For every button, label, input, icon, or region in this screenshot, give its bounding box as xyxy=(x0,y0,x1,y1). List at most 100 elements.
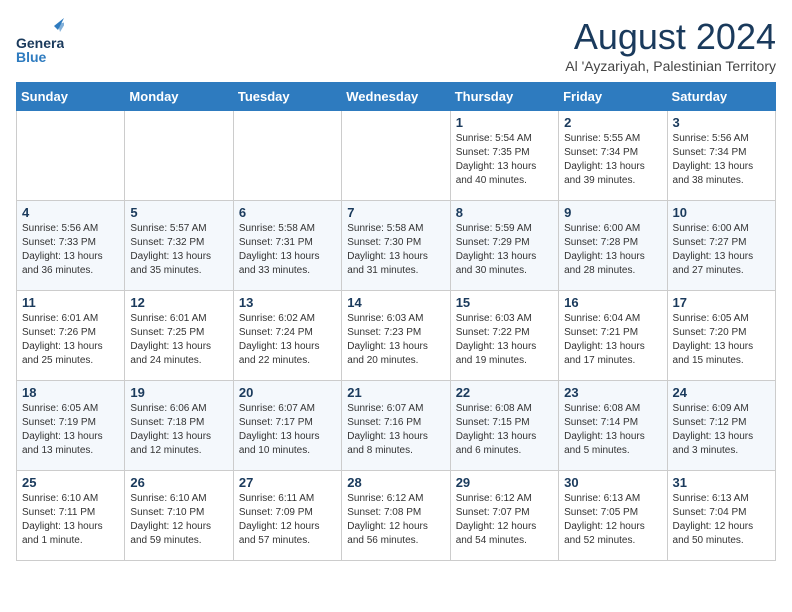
day-info: Sunrise: 6:13 AM Sunset: 7:04 PM Dayligh… xyxy=(673,492,770,548)
day-info: Sunrise: 6:02 AM Sunset: 7:24 PM Dayligh… xyxy=(239,312,336,368)
month-title: August 2024 xyxy=(565,16,776,58)
calendar-cell: 24 Sunrise: 6:09 AM Sunset: 7:12 PM Dayli… xyxy=(667,381,775,471)
day-number: 18 xyxy=(22,385,119,400)
day-number: 3 xyxy=(673,115,770,130)
day-info: Sunrise: 6:06 AM Sunset: 7:18 PM Dayligh… xyxy=(130,402,227,458)
calendar-table: SundayMondayTuesdayWednesdayThursdayFrid… xyxy=(16,82,776,561)
day-number: 17 xyxy=(673,295,770,310)
logo-icon: General Blue xyxy=(16,16,64,64)
day-info: Sunrise: 6:07 AM Sunset: 7:17 PM Dayligh… xyxy=(239,402,336,458)
day-info: Sunrise: 5:56 AM Sunset: 7:34 PM Dayligh… xyxy=(673,132,770,188)
day-number: 31 xyxy=(673,475,770,490)
svg-text:Blue: Blue xyxy=(16,49,47,64)
day-info: Sunrise: 5:56 AM Sunset: 7:33 PM Dayligh… xyxy=(22,222,119,278)
day-number: 24 xyxy=(673,385,770,400)
calendar-cell xyxy=(342,111,450,201)
calendar-cell xyxy=(233,111,341,201)
day-info: Sunrise: 6:03 AM Sunset: 7:22 PM Dayligh… xyxy=(456,312,553,368)
calendar-week-4: 18 Sunrise: 6:05 AM Sunset: 7:19 PM Dayli… xyxy=(17,381,776,471)
day-info: Sunrise: 6:04 AM Sunset: 7:21 PM Dayligh… xyxy=(564,312,661,368)
page-header: General Blue August 2024 Al 'Ayzariyah, … xyxy=(16,16,776,74)
day-number: 4 xyxy=(22,205,119,220)
calendar-cell: 31 Sunrise: 6:13 AM Sunset: 7:04 PM Dayli… xyxy=(667,471,775,561)
day-info: Sunrise: 6:07 AM Sunset: 7:16 PM Dayligh… xyxy=(347,402,444,458)
day-number: 15 xyxy=(456,295,553,310)
day-info: Sunrise: 6:13 AM Sunset: 7:05 PM Dayligh… xyxy=(564,492,661,548)
day-number: 26 xyxy=(130,475,227,490)
day-info: Sunrise: 6:05 AM Sunset: 7:19 PM Dayligh… xyxy=(22,402,119,458)
day-info: Sunrise: 6:05 AM Sunset: 7:20 PM Dayligh… xyxy=(673,312,770,368)
calendar-cell: 3 Sunrise: 5:56 AM Sunset: 7:34 PM Daylig… xyxy=(667,111,775,201)
title-section: August 2024 Al 'Ayzariyah, Palestinian T… xyxy=(565,16,776,74)
day-number: 9 xyxy=(564,205,661,220)
day-info: Sunrise: 5:54 AM Sunset: 7:35 PM Dayligh… xyxy=(456,132,553,188)
day-number: 28 xyxy=(347,475,444,490)
day-info: Sunrise: 5:58 AM Sunset: 7:30 PM Dayligh… xyxy=(347,222,444,278)
day-number: 12 xyxy=(130,295,227,310)
day-info: Sunrise: 5:59 AM Sunset: 7:29 PM Dayligh… xyxy=(456,222,553,278)
day-number: 10 xyxy=(673,205,770,220)
calendar-cell: 10 Sunrise: 6:00 AM Sunset: 7:27 PM Dayli… xyxy=(667,201,775,291)
day-info: Sunrise: 5:55 AM Sunset: 7:34 PM Dayligh… xyxy=(564,132,661,188)
day-info: Sunrise: 6:10 AM Sunset: 7:10 PM Dayligh… xyxy=(130,492,227,548)
day-number: 21 xyxy=(347,385,444,400)
calendar-cell: 7 Sunrise: 5:58 AM Sunset: 7:30 PM Daylig… xyxy=(342,201,450,291)
calendar-cell: 2 Sunrise: 5:55 AM Sunset: 7:34 PM Daylig… xyxy=(559,111,667,201)
day-number: 7 xyxy=(347,205,444,220)
day-info: Sunrise: 6:01 AM Sunset: 7:25 PM Dayligh… xyxy=(130,312,227,368)
day-number: 8 xyxy=(456,205,553,220)
calendar-cell: 16Sunrise: 6:04 AM Sunset: 7:21 PM Dayli… xyxy=(559,291,667,381)
calendar-cell: 1Sunrise: 5:54 AM Sunset: 7:35 PM Daylig… xyxy=(450,111,558,201)
calendar-cell: 8 Sunrise: 5:59 AM Sunset: 7:29 PM Daylig… xyxy=(450,201,558,291)
calendar-cell: 13 Sunrise: 6:02 AM Sunset: 7:24 PM Dayli… xyxy=(233,291,341,381)
day-info: Sunrise: 6:11 AM Sunset: 7:09 PM Dayligh… xyxy=(239,492,336,548)
day-info: Sunrise: 6:01 AM Sunset: 7:26 PM Dayligh… xyxy=(22,312,119,368)
calendar-header: SundayMondayTuesdayWednesdayThursdayFrid… xyxy=(17,83,776,111)
calendar-cell: 20 Sunrise: 6:07 AM Sunset: 7:17 PM Dayli… xyxy=(233,381,341,471)
calendar-cell xyxy=(17,111,125,201)
calendar-cell xyxy=(125,111,233,201)
day-info: Sunrise: 6:00 AM Sunset: 7:28 PM Dayligh… xyxy=(564,222,661,278)
day-number: 13 xyxy=(239,295,336,310)
day-info: Sunrise: 6:12 AM Sunset: 7:08 PM Dayligh… xyxy=(347,492,444,548)
calendar-cell: 9 Sunrise: 6:00 AM Sunset: 7:28 PM Daylig… xyxy=(559,201,667,291)
calendar-body: 1Sunrise: 5:54 AM Sunset: 7:35 PM Daylig… xyxy=(17,111,776,561)
calendar-week-1: 1Sunrise: 5:54 AM Sunset: 7:35 PM Daylig… xyxy=(17,111,776,201)
day-number: 11 xyxy=(22,295,119,310)
calendar-cell: 29Sunrise: 6:12 AM Sunset: 7:07 PM Dayli… xyxy=(450,471,558,561)
weekday-header-thursday: Thursday xyxy=(450,83,558,111)
location-subtitle: Al 'Ayzariyah, Palestinian Territory xyxy=(565,58,776,74)
weekday-header-monday: Monday xyxy=(125,83,233,111)
day-info: Sunrise: 6:00 AM Sunset: 7:27 PM Dayligh… xyxy=(673,222,770,278)
day-info: Sunrise: 6:08 AM Sunset: 7:15 PM Dayligh… xyxy=(456,402,553,458)
calendar-cell: 28 Sunrise: 6:12 AM Sunset: 7:08 PM Dayli… xyxy=(342,471,450,561)
day-info: Sunrise: 6:03 AM Sunset: 7:23 PM Dayligh… xyxy=(347,312,444,368)
calendar-cell: 30Sunrise: 6:13 AM Sunset: 7:05 PM Dayli… xyxy=(559,471,667,561)
day-number: 19 xyxy=(130,385,227,400)
calendar-week-2: 4 Sunrise: 5:56 AM Sunset: 7:33 PM Daylig… xyxy=(17,201,776,291)
day-number: 20 xyxy=(239,385,336,400)
day-number: 6 xyxy=(239,205,336,220)
day-info: Sunrise: 5:57 AM Sunset: 7:32 PM Dayligh… xyxy=(130,222,227,278)
day-number: 22 xyxy=(456,385,553,400)
calendar-week-5: 25 Sunrise: 6:10 AM Sunset: 7:11 PM Dayli… xyxy=(17,471,776,561)
day-number: 23 xyxy=(564,385,661,400)
calendar-cell: 27Sunrise: 6:11 AM Sunset: 7:09 PM Dayli… xyxy=(233,471,341,561)
weekday-header-tuesday: Tuesday xyxy=(233,83,341,111)
calendar-week-3: 11 Sunrise: 6:01 AM Sunset: 7:26 PM Dayli… xyxy=(17,291,776,381)
calendar-cell: 12 Sunrise: 6:01 AM Sunset: 7:25 PM Dayli… xyxy=(125,291,233,381)
weekday-header-sunday: Sunday xyxy=(17,83,125,111)
calendar-cell: 6Sunrise: 5:58 AM Sunset: 7:31 PM Daylig… xyxy=(233,201,341,291)
calendar-cell: 26 Sunrise: 6:10 AM Sunset: 7:10 PM Dayli… xyxy=(125,471,233,561)
day-info: Sunrise: 6:12 AM Sunset: 7:07 PM Dayligh… xyxy=(456,492,553,548)
day-info: Sunrise: 6:10 AM Sunset: 7:11 PM Dayligh… xyxy=(22,492,119,548)
calendar-cell: 4 Sunrise: 5:56 AM Sunset: 7:33 PM Daylig… xyxy=(17,201,125,291)
weekday-header-saturday: Saturday xyxy=(667,83,775,111)
calendar-cell: 5 Sunrise: 5:57 AM Sunset: 7:32 PM Daylig… xyxy=(125,201,233,291)
day-number: 25 xyxy=(22,475,119,490)
weekday-row: SundayMondayTuesdayWednesdayThursdayFrid… xyxy=(17,83,776,111)
day-number: 2 xyxy=(564,115,661,130)
day-number: 5 xyxy=(130,205,227,220)
calendar-cell: 25 Sunrise: 6:10 AM Sunset: 7:11 PM Dayli… xyxy=(17,471,125,561)
day-info: Sunrise: 6:09 AM Sunset: 7:12 PM Dayligh… xyxy=(673,402,770,458)
